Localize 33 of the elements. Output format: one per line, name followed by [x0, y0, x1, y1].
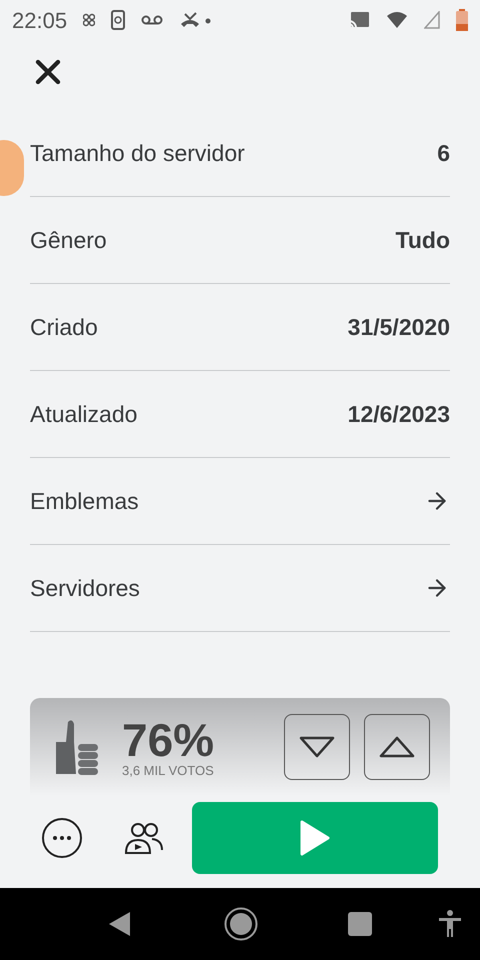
play-button[interactable]: [192, 802, 438, 874]
row-label: Atualizado: [30, 400, 138, 429]
row-label: Criado: [30, 312, 98, 342]
row-value: 6: [437, 138, 450, 168]
cast-icon: [348, 11, 370, 29]
rating-percent: 76%: [122, 717, 214, 763]
battery-icon: [456, 9, 468, 31]
row-label: Emblemas: [30, 486, 139, 516]
play-icon: [300, 820, 330, 856]
row-value: Tudo: [396, 226, 450, 255]
row-value: 31/5/2020: [348, 312, 450, 342]
downvote-button[interactable]: [284, 714, 350, 780]
row-label: Tamanho do servidor: [30, 138, 245, 168]
status-time: 22:05: [12, 6, 68, 34]
triangle-up-icon: [378, 735, 416, 759]
signal-icon: [424, 11, 440, 29]
row-label: Servidores: [30, 574, 140, 603]
notification-icon: [83, 13, 96, 27]
phone-sync-icon: [111, 10, 126, 30]
home-icon[interactable]: [224, 907, 258, 941]
upvote-button[interactable]: [364, 714, 430, 780]
triangle-down-icon: [298, 735, 336, 759]
ellipsis-icon: [53, 836, 71, 840]
missed-call-icon: [179, 12, 212, 28]
friends-icon[interactable]: [124, 820, 164, 856]
voicemail-icon: [141, 15, 164, 25]
row-label: Gênero: [30, 226, 107, 255]
more-button[interactable]: [42, 818, 82, 858]
wifi-icon: [386, 11, 408, 29]
back-icon[interactable]: [108, 911, 132, 937]
vote-count: 3,6 MIL VOTOS: [122, 764, 214, 777]
row-value: 12/6/2023: [348, 400, 450, 429]
accessibility-icon[interactable]: [438, 910, 462, 938]
